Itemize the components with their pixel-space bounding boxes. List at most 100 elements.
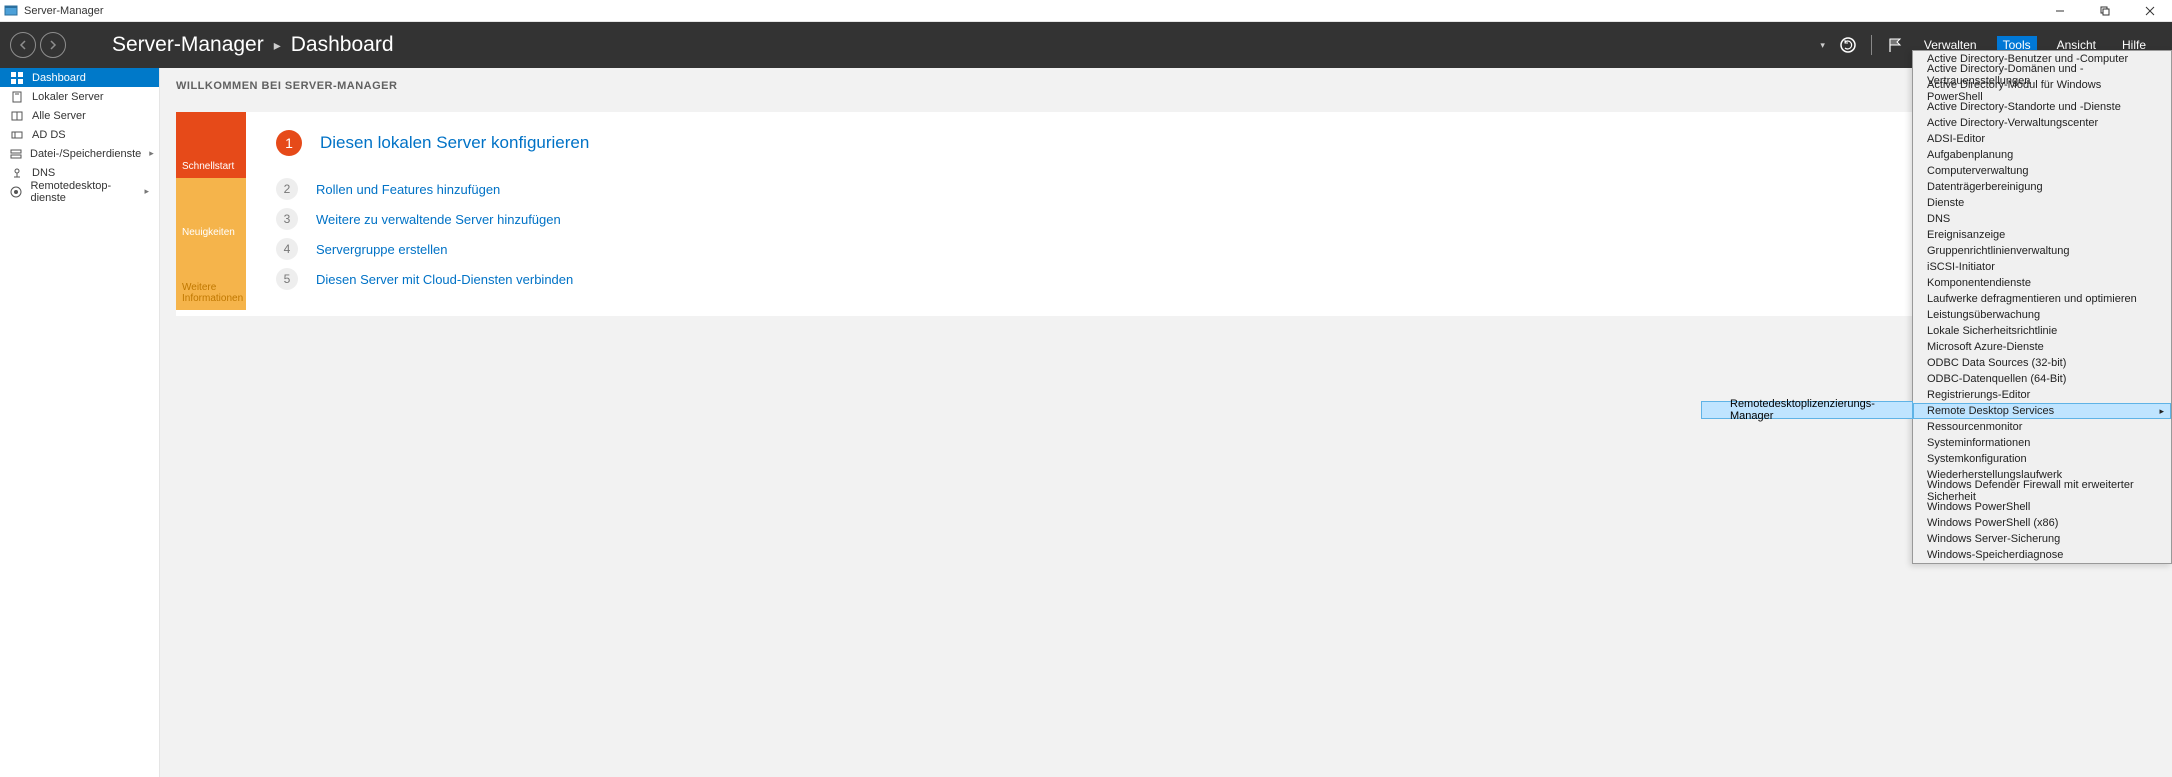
window-title: Server-Manager — [24, 5, 103, 17]
tools-item[interactable]: Ereignisanzeige — [1913, 227, 2171, 243]
tools-item[interactable]: Dienste — [1913, 195, 2171, 211]
submenu-item-rd-licensing-manager[interactable]: Remotedesktoplizenzierungs-Manager — [1702, 402, 1912, 418]
breadcrumb-root[interactable]: Server-Manager — [112, 33, 264, 57]
sidebar: Dashboard Lokaler Server Alle Server AD … — [0, 68, 160, 777]
adds-icon — [10, 129, 24, 141]
tools-item-label: Windows PowerShell (x86) — [1927, 517, 2058, 529]
step-label: Servergruppe erstellen — [316, 242, 448, 257]
tab-more-info[interactable]: Weitere Informationen — [176, 244, 246, 310]
tools-item-label: Datenträgerbereinigung — [1927, 181, 2043, 193]
dropdown-icon[interactable]: ▾ — [1820, 40, 1825, 51]
tools-item-label: Microsoft Azure-Dienste — [1927, 341, 2044, 353]
sidebar-item-remote-desktop[interactable]: Remotedesktop- dienste ▸ — [0, 182, 159, 201]
tools-item[interactable]: Aufgabenplanung — [1913, 147, 2171, 163]
steps-list: 1 Diesen lokalen Server konfigurieren 2 … — [246, 112, 619, 316]
step-configure-server[interactable]: 1 Diesen lokalen Server konfigurieren — [276, 130, 589, 156]
tools-item[interactable]: Registrierungs-Editor — [1913, 387, 2171, 403]
welcome-block: Schnellstart Neuigkeiten Weitere Informa… — [176, 112, 2156, 316]
tools-submenu: Remotedesktoplizenzierungs-Manager — [1701, 401, 1913, 419]
step-cloud-connect[interactable]: 5 Diesen Server mit Cloud-Diensten verbi… — [276, 268, 589, 290]
sidebar-item-file-storage[interactable]: Datei-/Speicherdienste ▸ — [0, 144, 159, 163]
tools-item[interactable]: Active Directory-Modul für Windows Power… — [1913, 83, 2171, 99]
step-label: Diesen lokalen Server konfigurieren — [320, 133, 589, 153]
tools-item-label: DNS — [1927, 213, 1950, 225]
step-create-group[interactable]: 4 Servergruppe erstellen — [276, 238, 589, 260]
step-number: 1 — [276, 130, 302, 156]
step-add-servers[interactable]: 3 Weitere zu verwaltende Server hinzufüg… — [276, 208, 589, 230]
tools-item-label: Computerverwaltung — [1927, 165, 2029, 177]
tools-item[interactable]: Gruppenrichtlinienverwaltung — [1913, 243, 2171, 259]
maximize-button[interactable] — [2082, 0, 2127, 22]
tools-item-label: ODBC-Datenquellen (64-Bit) — [1927, 373, 2066, 385]
sidebar-item-all-servers[interactable]: Alle Server — [0, 106, 159, 125]
tools-item-label: Remote Desktop Services — [1927, 405, 2054, 417]
tools-item[interactable]: DNS — [1913, 211, 2171, 227]
sidebar-item-label: Alle Server — [32, 110, 86, 122]
tools-item-remote-desktop-services[interactable]: Remote Desktop Services▸ — [1913, 403, 2171, 419]
close-button[interactable] — [2127, 0, 2172, 22]
remote-desktop-icon — [10, 186, 22, 198]
nav-forward-button[interactable] — [40, 32, 66, 58]
tools-item[interactable]: Systemkonfiguration — [1913, 451, 2171, 467]
tools-item[interactable]: ADSI-Editor — [1913, 131, 2171, 147]
breadcrumb-current: Dashboard — [291, 33, 394, 57]
tools-item[interactable]: Active Directory-Standorte und -Dienste — [1913, 99, 2171, 115]
sidebar-item-adds[interactable]: AD DS — [0, 125, 159, 144]
tools-item-label: Systemkonfiguration — [1927, 453, 2027, 465]
tools-item[interactable]: ODBC Data Sources (32-bit) — [1913, 355, 2171, 371]
chevron-right-icon: ▸ — [144, 186, 149, 197]
header-bar: Server-Manager ▸ Dashboard ▾ Verwalten T… — [0, 22, 2172, 68]
tools-item[interactable]: Lokale Sicherheitsrichtlinie — [1913, 323, 2171, 339]
sidebar-item-label: Dashboard — [32, 72, 86, 84]
tools-item-label: ODBC Data Sources (32-bit) — [1927, 357, 2066, 369]
sidebar-item-local-server[interactable]: Lokaler Server — [0, 87, 159, 106]
minimize-button[interactable] — [2037, 0, 2082, 22]
content-area: WILLKOMMEN BEI SERVER-MANAGER Schnellsta… — [160, 68, 2172, 777]
tools-item[interactable]: Datenträgerbereinigung — [1913, 179, 2171, 195]
tools-item[interactable]: Windows Defender Firewall mit erweiterte… — [1913, 483, 2171, 499]
tab-quickstart[interactable]: Schnellstart — [176, 112, 246, 178]
tools-item[interactable]: Active Directory-Verwaltungscenter — [1913, 115, 2171, 131]
tools-item[interactable]: Windows Server-Sicherung — [1913, 531, 2171, 547]
submenu-item-label: Remotedesktoplizenzierungs-Manager — [1730, 398, 1902, 422]
tools-item-label: Active Directory-Verwaltungscenter — [1927, 117, 2098, 129]
tab-news[interactable]: Neuigkeiten — [176, 178, 246, 244]
separator — [1871, 35, 1872, 55]
tools-item-label: Windows PowerShell — [1927, 501, 2030, 513]
tools-item[interactable]: Leistungsüberwachung — [1913, 307, 2171, 323]
tools-item[interactable]: Systeminformationen — [1913, 435, 2171, 451]
tools-item-label: Ereignisanzeige — [1927, 229, 2005, 241]
flag-icon[interactable] — [1886, 36, 1904, 54]
tools-item-label: Systeminformationen — [1927, 437, 2030, 449]
tools-item-label: Aufgabenplanung — [1927, 149, 2013, 161]
breadcrumb: Server-Manager ▸ Dashboard — [112, 33, 394, 57]
tools-item[interactable]: Microsoft Azure-Dienste — [1913, 339, 2171, 355]
tools-item-label: Windows-Speicherdiagnose — [1927, 549, 2063, 561]
tools-item-label: Gruppenrichtlinienverwaltung — [1927, 245, 2069, 257]
tools-item[interactable]: Windows PowerShell (x86) — [1913, 515, 2171, 531]
tools-item[interactable]: Komponentendienste — [1913, 275, 2171, 291]
tools-item[interactable]: ODBC-Datenquellen (64-Bit) — [1913, 371, 2171, 387]
tab-label: Neuigkeiten — [182, 227, 235, 238]
sidebar-item-label: Datei-/Speicherdienste — [30, 148, 141, 160]
sidebar-item-label: Remotedesktop- dienste — [30, 180, 136, 204]
tools-item[interactable]: iSCSI-Initiator — [1913, 259, 2171, 275]
servers-icon — [10, 110, 24, 122]
step-label: Rollen und Features hinzufügen — [316, 182, 500, 197]
tools-item[interactable]: Ressourcenmonitor — [1913, 419, 2171, 435]
tab-label: Weitere Informationen — [182, 282, 243, 304]
step-add-roles[interactable]: 2 Rollen und Features hinzufügen — [276, 178, 589, 200]
sidebar-item-dashboard[interactable]: Dashboard — [0, 68, 159, 87]
tools-item[interactable]: Computerverwaltung — [1913, 163, 2171, 179]
dns-icon — [10, 167, 24, 179]
refresh-icon[interactable] — [1839, 36, 1857, 54]
tools-item[interactable]: Windows-Speicherdiagnose — [1913, 547, 2171, 563]
nav-back-button[interactable] — [10, 32, 36, 58]
tools-item[interactable]: Windows PowerShell — [1913, 499, 2171, 515]
sidebar-item-label: Lokaler Server — [32, 91, 104, 103]
dashboard-icon — [10, 72, 24, 84]
tools-item-label: iSCSI-Initiator — [1927, 261, 1995, 273]
window-title-bar: Server-Manager — [0, 0, 2172, 22]
tools-item-label: Active Directory-Standorte und -Dienste — [1927, 101, 2121, 113]
tools-item[interactable]: Laufwerke defragmentieren und optimieren — [1913, 291, 2171, 307]
